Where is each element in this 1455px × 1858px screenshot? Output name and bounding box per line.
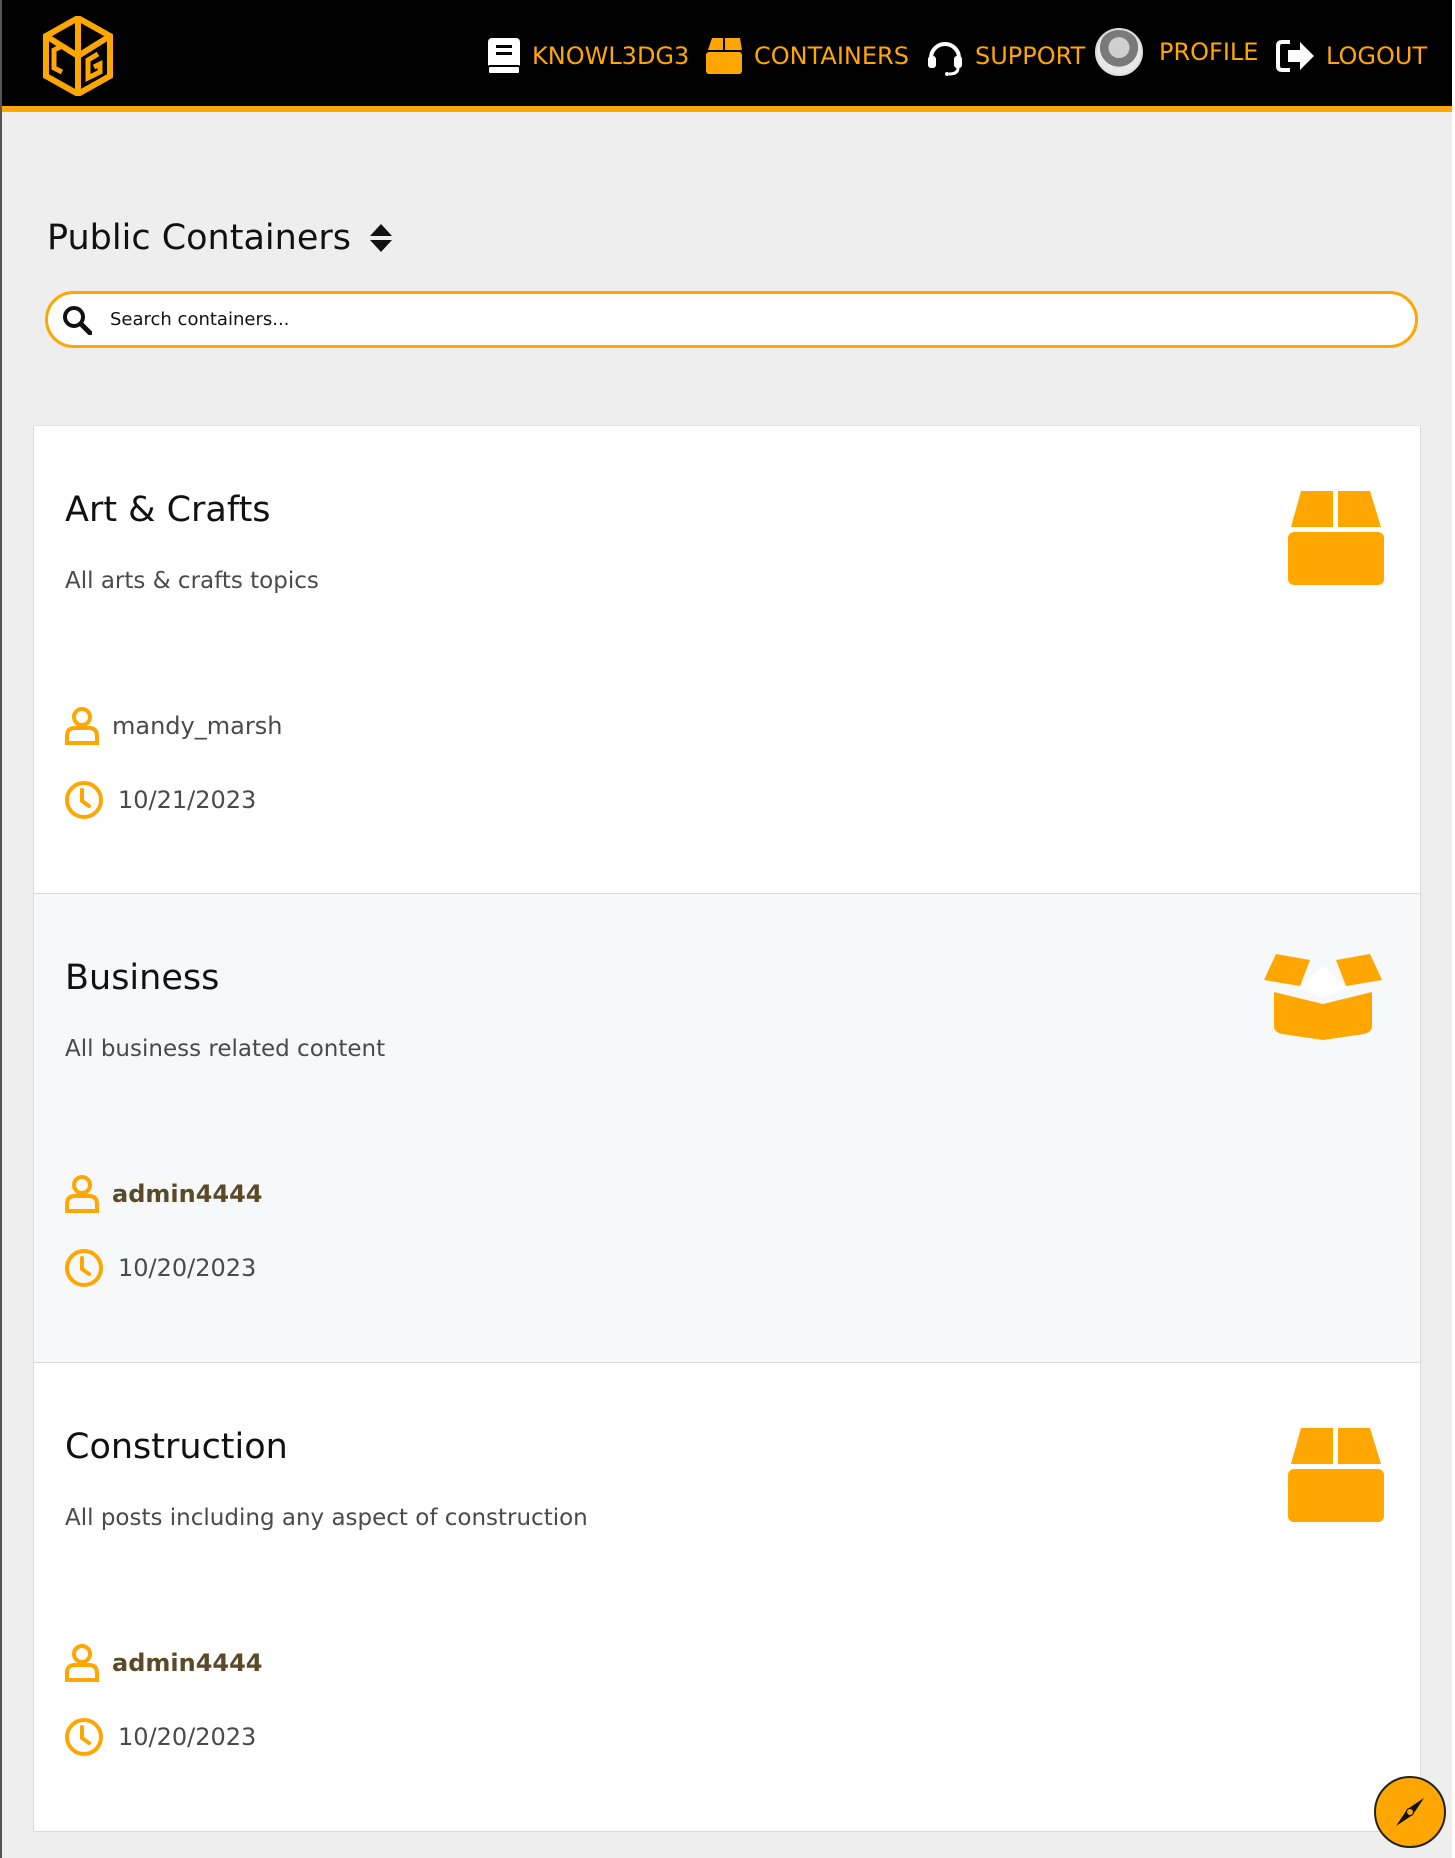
nav-knowl3dg3[interactable]: KNOWL3DG3 (486, 34, 689, 78)
cgg-logo[interactable] (42, 16, 114, 96)
owner-name[interactable]: admin4444 (112, 1649, 263, 1677)
open-box-icon (1264, 954, 1382, 1040)
nav-knowl3dg3-label: KNOWL3DG3 (532, 42, 690, 70)
nav-profile[interactable]: PROFILE (1095, 28, 1259, 76)
container-owner: admin4444 (64, 1643, 263, 1683)
container-title[interactable]: Construction (65, 1427, 288, 1467)
top-navbar: KNOWL3DG3 CONTAINERS SUPPORT PROFILE LOG… (2, 0, 1452, 112)
nav-containers-label: CONTAINERS (754, 42, 909, 70)
container-description: All arts & crafts topics (65, 568, 319, 594)
closed-box-icon (1288, 491, 1384, 585)
window-edge (0, 0, 2, 1858)
container-card[interactable]: Business All business related content ad… (33, 894, 1421, 1363)
clock-icon (65, 781, 103, 819)
avatar (1095, 28, 1143, 76)
user-icon (65, 1175, 99, 1213)
search-icon (63, 305, 92, 335)
container-card[interactable]: Construction All posts including any asp… (33, 1363, 1421, 1832)
closed-box-icon (1288, 1428, 1384, 1522)
container-title[interactable]: Business (65, 958, 219, 998)
search-input[interactable] (110, 309, 1390, 330)
nav-logout[interactable]: LOGOUT (1276, 34, 1427, 78)
container-date: 10/20/2023 (64, 1248, 256, 1288)
container-list: Art & Crafts All arts & crafts topics ma… (33, 425, 1421, 1832)
date-text: 10/20/2023 (118, 1254, 257, 1282)
page-title: Public Containers (47, 218, 393, 258)
container-title[interactable]: Art & Crafts (65, 490, 271, 530)
sort-icon[interactable] (369, 222, 393, 254)
box-icon (706, 38, 742, 74)
clock-icon (65, 1718, 103, 1756)
container-owner: mandy_marsh (64, 706, 282, 746)
container-card[interactable]: Art & Crafts All arts & crafts topics ma… (33, 425, 1421, 894)
user-icon (65, 1644, 99, 1682)
date-text: 10/21/2023 (118, 786, 257, 814)
owner-name[interactable]: mandy_marsh (112, 712, 282, 740)
owner-name[interactable]: admin4444 (112, 1180, 263, 1208)
compass-icon (1396, 1798, 1424, 1826)
page-title-text: Public Containers (47, 218, 351, 258)
container-description: All business related content (65, 1036, 386, 1062)
headset-icon (928, 42, 962, 76)
date-text: 10/20/2023 (118, 1723, 257, 1751)
nav-support[interactable]: SUPPORT (925, 34, 1085, 78)
logout-icon (1276, 40, 1314, 72)
book-icon (487, 38, 521, 75)
compass-button[interactable] (1374, 1776, 1446, 1848)
container-date: 10/20/2023 (64, 1717, 256, 1757)
container-owner: admin4444 (64, 1174, 263, 1214)
nav-containers[interactable]: CONTAINERS (704, 34, 909, 78)
nav-support-label: SUPPORT (975, 42, 1086, 70)
nav-profile-label: PROFILE (1159, 38, 1259, 66)
clock-icon (65, 1249, 103, 1287)
search-bar (45, 291, 1418, 348)
user-icon (65, 707, 99, 745)
container-description: All posts including any aspect of constr… (65, 1505, 588, 1531)
nav-logout-label: LOGOUT (1326, 42, 1428, 70)
container-date: 10/21/2023 (64, 780, 256, 820)
